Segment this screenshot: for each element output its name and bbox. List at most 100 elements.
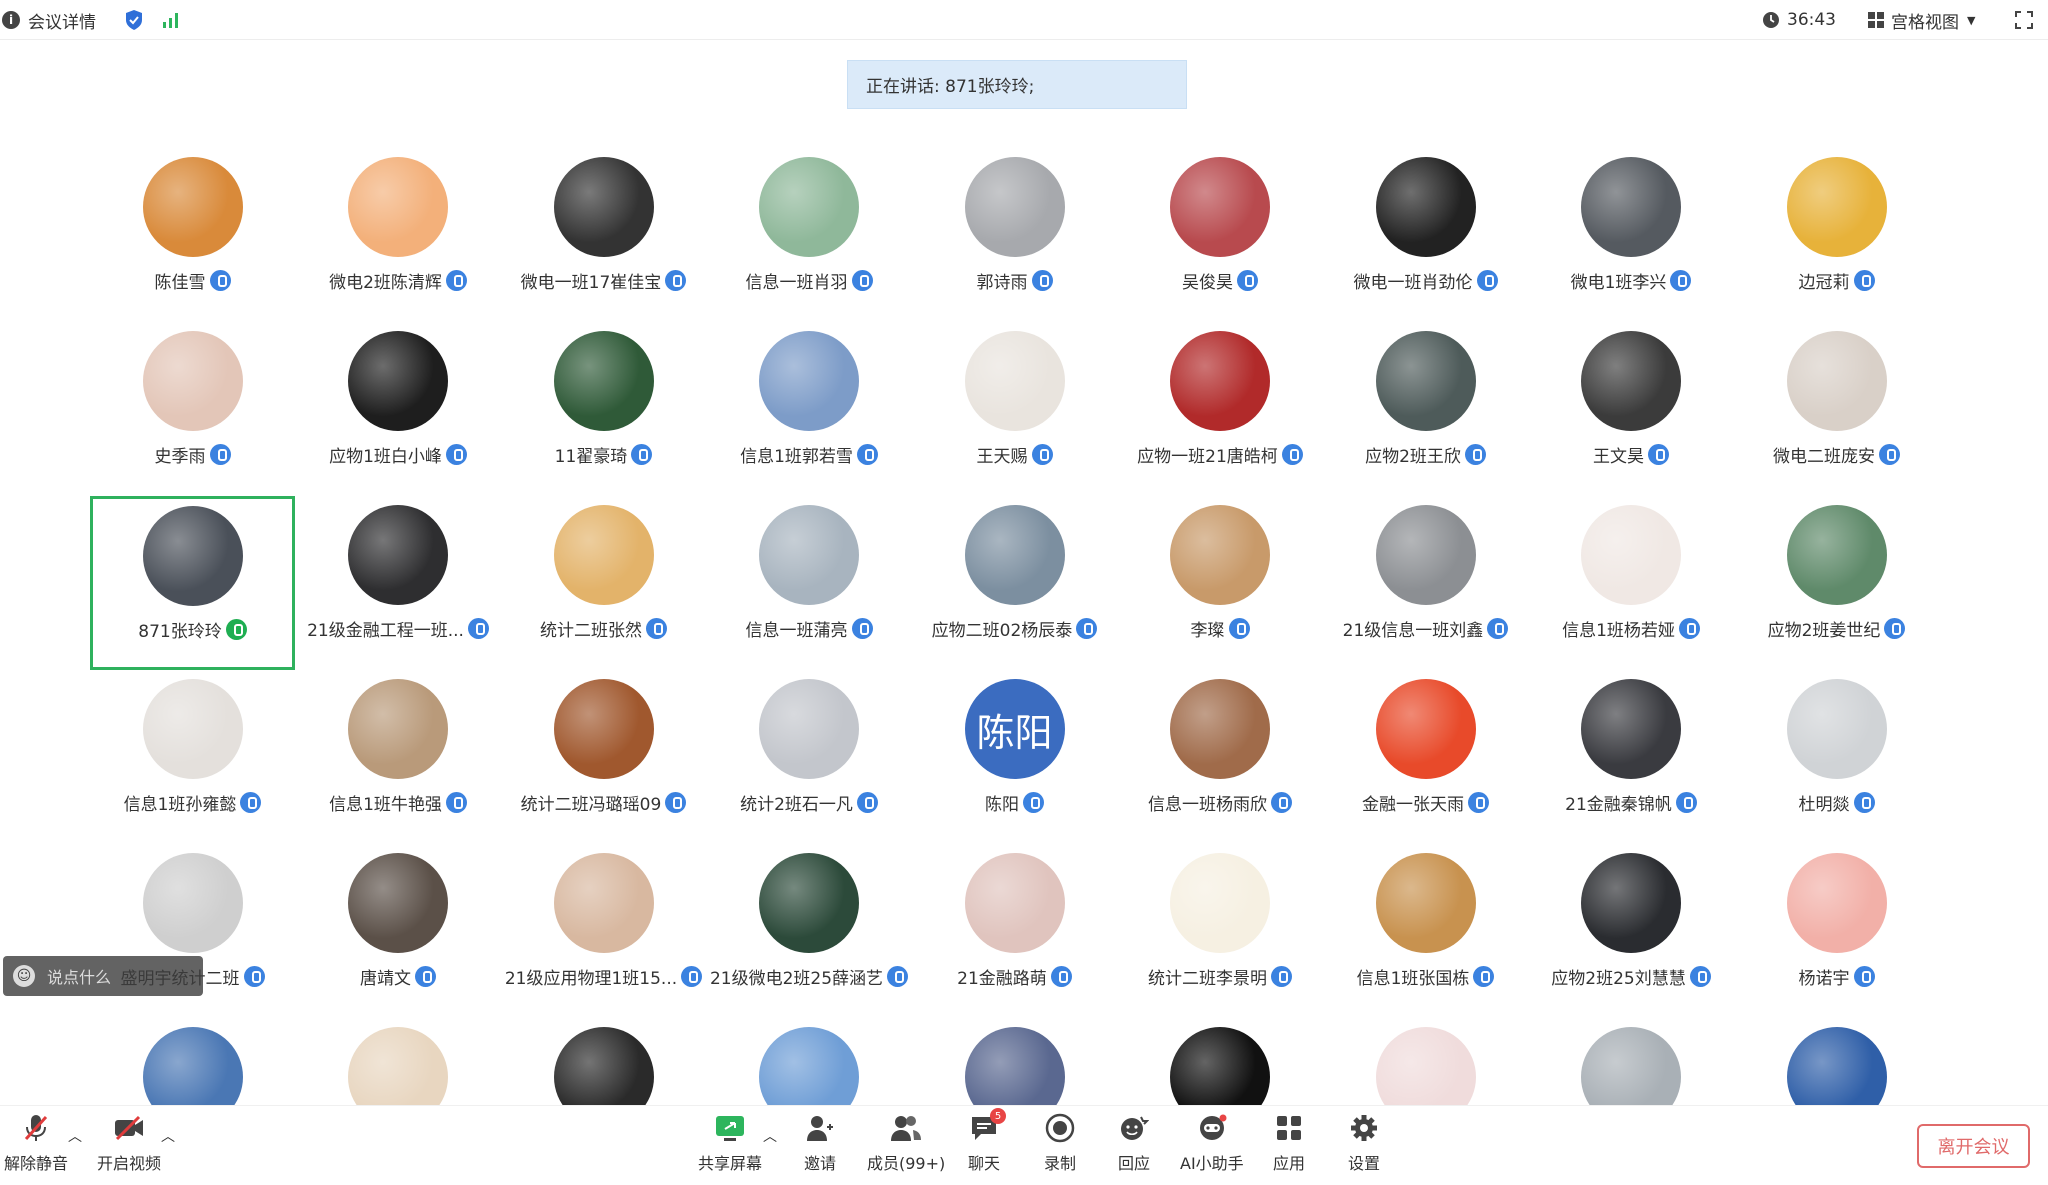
audio-options-chevron-icon[interactable]: ︿ [68, 1126, 82, 1146]
participant-tile[interactable]: 21金融路萌 [912, 846, 1117, 1020]
participant-name-row: 郭诗雨 [912, 268, 1117, 293]
participant-tile[interactable]: 杨诺宇 [1734, 846, 1939, 1020]
participant-name-row: 微电一班17崔佳宝 [501, 268, 706, 293]
emoji-icon[interactable]: ☺ [13, 965, 35, 987]
participant-tile[interactable] [1323, 1020, 1528, 1105]
participant-tile[interactable]: 微电一班17崔佳宝 [501, 150, 706, 324]
avatar [142, 1027, 243, 1105]
participant-tile[interactable]: 信息1班郭若雪 [707, 324, 912, 498]
participant-tile[interactable]: 统计二班李景明 [1118, 846, 1323, 1020]
participant-tile[interactable]: 应物1班白小峰 [296, 324, 501, 498]
participant-tile[interactable]: 21金融秦锦帆 [1529, 672, 1734, 846]
participant-tile[interactable]: 唐靖文 [296, 846, 501, 1020]
microphone-icon [209, 444, 231, 465]
react-button[interactable]: 回应 [1118, 1112, 1150, 1174]
participant-tile[interactable]: 应物2班25刘慧慧 [1529, 846, 1734, 1020]
participant-tile[interactable]: 王天赐 [912, 324, 1117, 498]
participant-tile[interactable]: 信息一班蒲亮 [707, 498, 912, 672]
security-shield-icon[interactable] [124, 0, 144, 40]
microphone-icon [467, 618, 489, 639]
record-button[interactable]: 录制 [1044, 1112, 1076, 1174]
participant-tile[interactable]: 21级金融工程一班... [296, 498, 501, 672]
participant-tile[interactable]: 应物2班王欣 [1323, 324, 1528, 498]
participant-tile[interactable]: 11翟豪琦 [501, 324, 706, 498]
participant-tile[interactable] [912, 1020, 1117, 1105]
avatar [1375, 1027, 1476, 1105]
quick-chat-input[interactable]: ☺ 说点什么 [3, 956, 203, 996]
invite-button[interactable]: 邀请 [804, 1112, 836, 1174]
participant-tile[interactable]: 应物2班姜世纪 [1734, 498, 1939, 672]
participant-tile[interactable] [501, 1020, 706, 1105]
participant-tile[interactable]: 信息一班杨雨欣 [1118, 672, 1323, 846]
video-options-chevron-icon[interactable]: ︿ [161, 1126, 175, 1146]
participant-tile[interactable]: 吴俊昊 [1118, 150, 1323, 324]
participant-tile[interactable]: 信息1班孙雍懿 [90, 672, 295, 846]
participant-tile[interactable]: 信息1班牛艳强 [296, 672, 501, 846]
active-speaker-banner: 正在讲话: 871张玲玲; [847, 60, 1187, 109]
avatar [553, 331, 654, 431]
unmute-button[interactable]: 解除静音 [4, 1112, 68, 1174]
participant-tile[interactable]: 871张玲玲 [90, 496, 295, 670]
start-video-button[interactable]: 开启视频 [97, 1112, 161, 1174]
participant-tile[interactable]: 应物一班21唐皓柯 [1118, 324, 1323, 498]
avatar [348, 853, 448, 953]
participant-tile[interactable]: 21级信息一班刘鑫 [1323, 498, 1528, 672]
share-options-chevron-icon[interactable]: ︿ [763, 1126, 777, 1146]
participant-name-row: 吴俊昊 [1118, 268, 1323, 293]
participant-tile[interactable]: 信息1班杨若娅 [1529, 498, 1734, 672]
participant-tile[interactable]: 微电1班李兴 [1529, 150, 1734, 324]
participant-tile[interactable] [296, 1020, 501, 1105]
ai-assistant-label: AI小助手 [1180, 1154, 1244, 1173]
participant-name-row: 信息一班肖羽 [707, 268, 912, 293]
participant-tile[interactable]: 应物二班02杨辰泰 [912, 498, 1117, 672]
participant-tile[interactable] [1734, 1020, 1939, 1105]
settings-button[interactable]: 设置 [1348, 1112, 1380, 1174]
participant-name-row: 杜明燚 [1734, 790, 1939, 815]
participant-name-row: 应物二班02杨辰泰 [912, 616, 1117, 641]
participant-tile[interactable]: 统计二班冯璐瑶09 [501, 672, 706, 846]
participant-name-row: 21级金融工程一班... [296, 616, 501, 641]
participant-tile[interactable]: 微电2班陈清辉 [296, 150, 501, 324]
avatar [142, 157, 243, 257]
participant-tile[interactable] [90, 1020, 295, 1105]
participant-tile[interactable]: 边冠莉 [1734, 150, 1939, 324]
participant-tile[interactable]: 金融一张天雨 [1323, 672, 1528, 846]
view-mode-dropdown[interactable]: 宫格视图 ▼ [1867, 0, 1975, 40]
chat-bubble-icon: 5 [968, 1108, 1006, 1144]
leave-meeting-label: 离开会议 [1937, 1137, 2010, 1158]
participant-tile[interactable]: 史季雨 [90, 324, 295, 498]
meeting-details-button[interactable]: i 会议详情 [2, 0, 96, 40]
participant-tile[interactable] [1529, 1020, 1734, 1105]
participant-tile[interactable] [1118, 1020, 1323, 1105]
leave-meeting-button[interactable]: 离开会议 [1917, 1124, 2030, 1168]
participant-tile[interactable]: 微电二班庞安 [1734, 324, 1939, 498]
participant-tile[interactable]: 李璨 [1118, 498, 1323, 672]
apps-button[interactable]: 应用 [1273, 1112, 1305, 1174]
share-screen-button[interactable]: 共享屏幕 [698, 1112, 762, 1174]
fullscreen-button[interactable] [2014, 0, 2034, 40]
participant-name-row: 871张玲玲 [93, 617, 292, 642]
avatar [142, 331, 243, 431]
participant-tile[interactable] [707, 1020, 912, 1105]
participant-tile[interactable]: 杜明燚 [1734, 672, 1939, 846]
participant-name: 史季雨 [154, 447, 206, 467]
participant-tile[interactable]: 信息一班肖羽 [707, 150, 912, 324]
participant-tile[interactable]: 信息1班张国栋 [1323, 846, 1528, 1020]
participant-tile[interactable]: 陈佳雪 [90, 150, 295, 324]
participant-name: 杜明燚 [1798, 795, 1850, 815]
ai-assistant-button[interactable]: AI小助手 [1180, 1112, 1244, 1174]
participant-tile[interactable]: 郭诗雨 [912, 150, 1117, 324]
members-button[interactable]: 成员(99+) [867, 1112, 945, 1174]
chat-button[interactable]: 5 聊天 [968, 1108, 1006, 1174]
participant-tile[interactable]: 21级应用物理1班15... [501, 846, 706, 1020]
participant-tile[interactable]: 微电一班肖劲伦 [1323, 150, 1528, 324]
participant-name-row: 应物2班25刘慧慧 [1529, 964, 1734, 989]
avatar [759, 679, 859, 779]
participant-tile[interactable]: 统计二班张然 [501, 498, 706, 672]
participant-tile[interactable]: 21级微电2班25薛涵艺 [707, 846, 912, 1020]
signal-strength-icon[interactable] [162, 0, 180, 40]
participant-tile[interactable]: 统计2班石一凡 [707, 672, 912, 846]
participant-name-row: 应物2班姜世纪 [1734, 616, 1939, 641]
participant-tile[interactable]: 陈阳 陈阳 [912, 672, 1117, 846]
participant-tile[interactable]: 王文昊 [1529, 324, 1734, 498]
